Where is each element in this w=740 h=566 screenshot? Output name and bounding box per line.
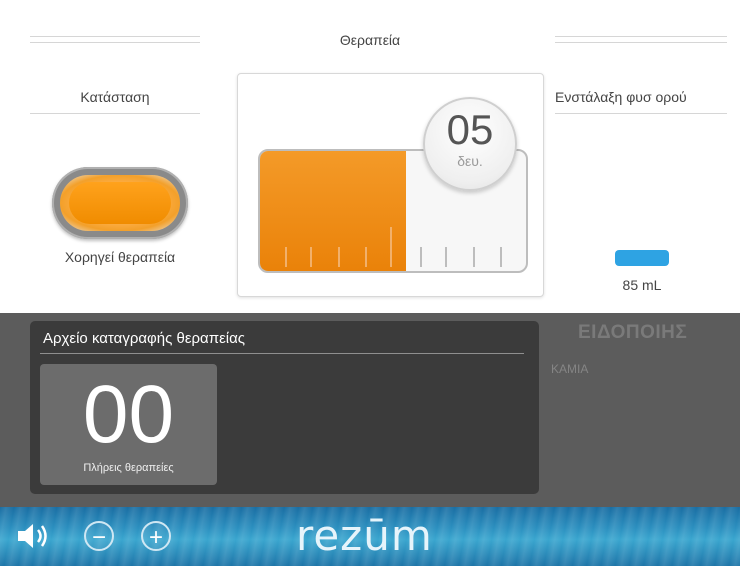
saline-volume: 85 mL	[622, 277, 662, 293]
therapy-panel: Θεραπεία Κατάσταση Χορηγεί θεραπεία 05 δ…	[0, 0, 740, 313]
volume-down-button[interactable]: −	[84, 521, 114, 551]
progress-tick	[445, 247, 447, 267]
speaker-icon[interactable]	[16, 520, 50, 552]
treatment-timer-card: 05 δευ.	[237, 73, 544, 297]
countdown-unit: δευ.	[457, 153, 483, 169]
brand-logo: rezūm	[296, 511, 433, 560]
progress-tick	[285, 247, 287, 267]
status-indicator-lamp	[52, 167, 188, 239]
volume-up-button[interactable]: +	[141, 521, 171, 551]
completed-treatments-caption: Πλήρεις θεραπείες	[83, 462, 174, 474]
progress-tick	[310, 247, 312, 267]
status-lamp-glow	[60, 175, 180, 231]
progress-tick	[338, 247, 340, 267]
notifications-value: ΚΑΜΙΑ	[551, 362, 589, 376]
progress-tick	[390, 227, 392, 267]
progress-tick	[365, 247, 367, 267]
status-lamp-core	[69, 182, 171, 224]
countdown-value: 05	[446, 106, 494, 153]
saline-label: Ενστάλαξη φυσ ορού	[555, 89, 687, 105]
status-state-text: Χορηγεί θεραπεία	[64, 249, 176, 265]
countdown-timer: 05 δευ.	[423, 97, 517, 191]
progress-tick	[420, 247, 422, 267]
saline-divider	[555, 113, 727, 114]
notifications-title: ΕΙΔΟΠΟΙΗΣ	[578, 322, 688, 343]
status-label: Κατάσταση	[80, 89, 150, 105]
completed-treatments-count: 00	[82, 369, 175, 460]
therapy-log-divider	[40, 353, 524, 354]
saline-indicator	[615, 250, 669, 266]
page-title: Θεραπεία	[339, 32, 401, 48]
therapy-log-panel: Αρχείο καταγραφής θεραπείας 00 Πλήρεις θ…	[30, 321, 539, 494]
completed-treatments-counter: 00 Πλήρεις θεραπείες	[40, 364, 217, 485]
therapy-log-title: Αρχείο καταγραφής θεραπείας	[43, 330, 245, 347]
progress-tick	[500, 247, 502, 267]
progress-tick	[473, 247, 475, 267]
footer-bar: − + rezūm	[0, 507, 740, 566]
status-divider	[30, 113, 200, 114]
treatment-progress-fill	[260, 151, 407, 271]
